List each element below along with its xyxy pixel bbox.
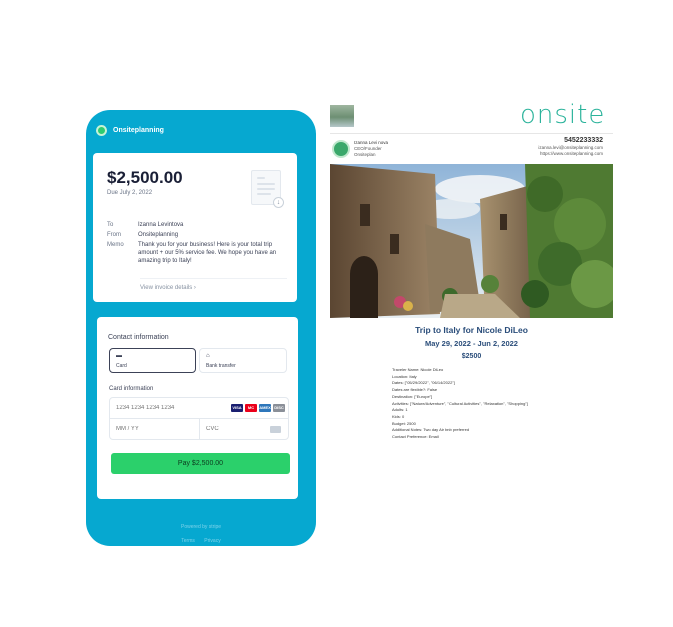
- privacy-link[interactable]: Privacy: [204, 538, 220, 544]
- italy-street-photo: [330, 164, 613, 318]
- trip-price: $2500: [461, 353, 482, 360]
- trip-dates: May 29, 2022 - Jun 2, 2022: [425, 339, 518, 348]
- to-label: To: [107, 222, 114, 228]
- invoice-document-icon[interactable]: ↓: [251, 170, 284, 208]
- visa-icon: VISA: [231, 404, 243, 412]
- invoice-memo-row: Memo Thank you for your business! Here i…: [107, 241, 288, 265]
- credit-card-icon: ▬: [116, 353, 122, 359]
- card-information-label: Card information: [109, 386, 154, 392]
- detail-line: Contact Preference: Email: [392, 434, 439, 440]
- memo-value: Thank you for your business! Here is you…: [138, 242, 277, 264]
- footer-links: Terms Privacy: [86, 538, 316, 544]
- from-value: Onsiteplanning: [138, 232, 179, 238]
- author-company: Onsiteplan: [354, 152, 376, 157]
- invoice-to-row: To Izanna Levintova: [107, 221, 288, 229]
- trip-title: Trip to Italy for Nicole DiLeo: [415, 325, 528, 335]
- merchant-logo-icon: [96, 125, 107, 136]
- author-info: Izanna Levi nova CEO/Founder Onsiteplan: [354, 140, 388, 158]
- trip-detail-list: Traveler Name: Nicole DiLeo Location: It…: [392, 367, 528, 441]
- pay-button[interactable]: Pay $2,500.00: [111, 453, 290, 474]
- italy-street-illustration: [330, 164, 613, 318]
- detail-line: Dates are flexible?: False: [392, 387, 438, 393]
- terms-link[interactable]: Terms: [181, 538, 195, 544]
- contact-phone: 5452233332: [564, 137, 603, 144]
- invoice-from-row: From Onsiteplanning: [107, 231, 288, 239]
- invoice-summary-card: $2,500.00 Due July 2, 2022 ↓ To Izanna L…: [93, 153, 297, 302]
- view-invoice-details-link[interactable]: View invoice details ›: [140, 285, 196, 291]
- tab-card[interactable]: ▬ Card: [109, 348, 196, 373]
- contact-website: https://www.onsiteplanning.com: [539, 151, 603, 156]
- detail-line: Budget: 2500: [392, 420, 416, 426]
- itinerary-document: onsite Izanna Levi nova CEO/Founder Onsi…: [330, 92, 613, 464]
- amex-icon: AMEX: [259, 404, 271, 412]
- payment-form-card: Contact information ▬ Card ⌂ Bank transf…: [97, 317, 298, 499]
- merchant-header: Onsiteplanning: [96, 125, 164, 136]
- cvc-card-icon: [270, 426, 281, 433]
- invoice-due-date: Due July 2, 2022: [107, 190, 153, 196]
- detail-line: Destination: ["Europe"]: [392, 393, 433, 399]
- onsite-logo: onsite: [520, 100, 606, 130]
- invoice-amount: $2,500.00: [107, 168, 183, 187]
- from-label: From: [107, 232, 121, 238]
- tab-card-label: Card: [116, 363, 127, 369]
- discover-icon: DISC: [273, 404, 285, 412]
- contact-info: 5452233332 izanna.levi@onsiteplanning.co…: [538, 137, 603, 157]
- download-icon[interactable]: ↓: [273, 197, 284, 208]
- card-brand-icons: VISA MC AMEX DISC: [231, 404, 285, 412]
- cover-thumbnail: [330, 105, 354, 127]
- header-divider: [330, 133, 613, 134]
- detail-line: Additional Notes: Two day Air bnb prefer…: [392, 427, 470, 433]
- bank-icon: ⌂: [206, 353, 210, 359]
- detail-line: Adults: 1: [392, 407, 408, 413]
- checkout-phone: Onsiteplanning $2,500.00 Due July 2, 202…: [86, 110, 316, 546]
- contact-information-title: Contact information: [108, 334, 169, 341]
- merchant-name: Onsiteplanning: [113, 127, 164, 134]
- invoice-divider: [140, 278, 287, 279]
- powered-by-stripe[interactable]: Powered by stripe: [86, 524, 316, 530]
- author-avatar: [332, 140, 350, 158]
- memo-label: Memo: [107, 242, 124, 248]
- tab-bank-label: Bank transfer: [206, 363, 236, 369]
- tab-bank-transfer[interactable]: ⌂ Bank transfer: [199, 348, 287, 373]
- detail-line: Activities: ["Nature/Adventure", "Cultur…: [392, 400, 528, 406]
- detail-line: Kids: 0: [392, 413, 405, 419]
- to-value: Izanna Levintova: [138, 222, 184, 228]
- detail-line: Dates: ["05/29/2022", "06/14/2022"]: [392, 380, 455, 386]
- mastercard-icon: MC: [245, 404, 257, 412]
- detail-line: Location: Italy: [392, 373, 417, 379]
- expiry-input[interactable]: [109, 418, 200, 440]
- detail-line: Traveler Name: Nicole DiLeo: [392, 367, 444, 372]
